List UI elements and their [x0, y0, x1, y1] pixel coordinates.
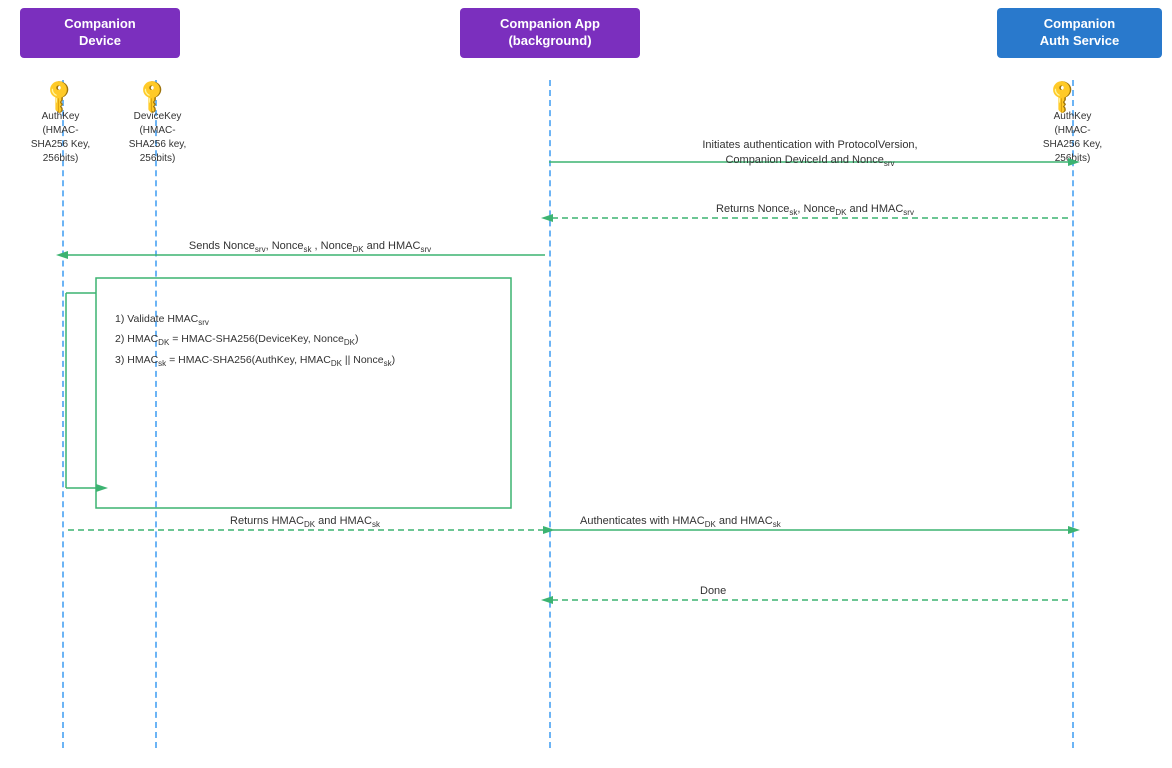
actor-companion-app: Companion App(background): [460, 8, 640, 58]
msg-sends-nonce: Sends Noncesrv, Noncesk , NonceDK and HM…: [100, 240, 520, 254]
msg-returns-nonce: Returns Noncesk, NonceDK and HMACsrv: [600, 203, 1030, 217]
lifeline-devicekey: [155, 80, 157, 748]
msg-authenticates: Authenticates with HMACDK and HMACsk: [580, 515, 781, 529]
authkey-right-label: AuthKey(HMAC-SHA256 Key,256bits): [1030, 110, 1115, 166]
msg-initiate-auth: Initiates authentication with ProtocolVe…: [620, 138, 1000, 170]
actor-auth-service: CompanionAuth Service: [997, 8, 1162, 58]
msg-returns-hmac: Returns HMACDK and HMACsk: [80, 515, 530, 529]
lifeline-authkey: [62, 80, 64, 748]
sequence-diagram: CompanionDevice Companion App(background…: [0, 0, 1172, 768]
authkey-label: AuthKey(HMAC-SHA256 Key,256bits): [18, 110, 103, 166]
msg-done: Done: [700, 585, 726, 597]
devicekey-label: DeviceKey(HMAC-SHA256 key,256bits): [115, 110, 200, 166]
process-content: 1) Validate HMACsrv 2) HMACDK = HMAC-SHA…: [115, 310, 395, 371]
lifeline-auth-service: [1072, 80, 1074, 748]
lifeline-companion-app: [549, 80, 551, 748]
actor-companion-device: CompanionDevice: [20, 8, 180, 58]
